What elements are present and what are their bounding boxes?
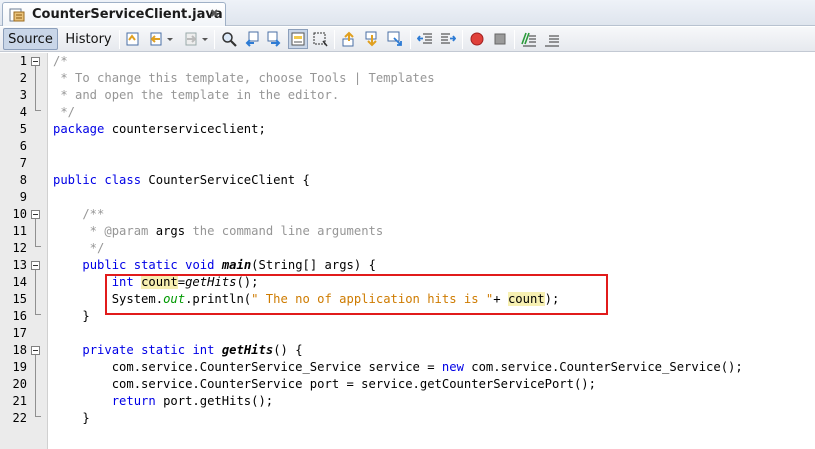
code-text: } (53, 309, 90, 323)
editor-toolbar: Source History (0, 27, 815, 52)
shift-right-icon[interactable] (440, 31, 457, 47)
code-text: /** (53, 207, 105, 221)
fold-collapse-icon[interactable] (31, 210, 40, 219)
uncomment-icon[interactable] (544, 31, 560, 47)
line-number: 21 (12, 394, 27, 408)
code-line: 9 (0, 189, 815, 206)
stop-macro-recording-icon[interactable] (492, 31, 508, 47)
code-line: 22 } (0, 410, 815, 427)
line-number: 12 (12, 241, 27, 255)
toolbar-separator (410, 30, 411, 49)
line-number: 1 (19, 54, 27, 68)
fold-collapse-icon[interactable] (31, 346, 40, 355)
code-line: 3 * and open the template in the editor. (0, 87, 815, 104)
source-tab-button[interactable]: Source (3, 28, 58, 50)
back-icon[interactable] (148, 31, 164, 47)
code-text: public static void main(String[] args) { (82, 258, 376, 272)
find-icon[interactable] (221, 31, 237, 47)
line-number: 13 (12, 258, 27, 272)
line-number: 14 (12, 275, 27, 289)
code-line: 11 * @param args the command line argume… (0, 223, 815, 240)
last-edit-icon[interactable] (125, 31, 141, 47)
toggle-bookmark-icon[interactable] (387, 31, 403, 47)
code-line: 12 */ (0, 240, 815, 257)
code-line: 21 return port.getHits(); (0, 393, 815, 410)
line-number: 6 (19, 139, 27, 153)
comment-icon[interactable] (521, 31, 537, 47)
line-number: 19 (12, 360, 27, 374)
code-line: 17 (0, 325, 815, 342)
code-line: 8 public class CounterServiceClient { (0, 172, 815, 189)
code-text: */ (53, 241, 105, 255)
forward-dropdown-icon[interactable] (201, 31, 209, 47)
code-line: 18 private static int getHits() { (0, 342, 815, 359)
code-text: package counterserviceclient; (53, 122, 266, 136)
code-text: * To change this template, choose Tools … (53, 71, 435, 85)
shift-left-icon[interactable] (416, 31, 433, 47)
code-text: com.service.CounterService_Service servi… (53, 360, 743, 374)
line-number: 9 (19, 190, 27, 204)
code-text: private static int getHits() { (82, 343, 303, 357)
code-editor[interactable]: 1 /* 2 * To change this template, choose… (0, 53, 815, 449)
previous-bookmark-icon[interactable] (341, 31, 357, 47)
fold-collapse-icon[interactable] (31, 261, 40, 270)
line-number: 15 (12, 292, 27, 306)
code-text: public class CounterServiceClient { (53, 173, 310, 187)
line-number: 3 (19, 88, 27, 102)
toolbar-separator (119, 30, 120, 49)
code-text: return port.getHits(); (111, 394, 274, 408)
fold-collapse-icon[interactable] (31, 57, 40, 66)
code-text: */ (53, 105, 76, 119)
toolbar-separator (334, 30, 335, 49)
code-text: * and open the template in the editor. (53, 88, 340, 102)
editor-tab-bar: CounterServiceClient.java ✖ (0, 0, 815, 26)
line-number: 18 (12, 343, 27, 357)
java-file-icon (9, 7, 25, 23)
line-number: 8 (19, 173, 27, 187)
forward-icon[interactable] (183, 31, 199, 47)
line-number: 20 (12, 377, 27, 391)
line-number: 10 (12, 207, 27, 221)
toolbar-separator (462, 30, 463, 49)
code-line: 20 com.service.CounterService port = ser… (0, 376, 815, 393)
code-text: } (53, 411, 90, 425)
code-line: 2 * To change this template, choose Tool… (0, 70, 815, 87)
toolbar-separator (214, 30, 215, 49)
code-line: 5 package counterserviceclient; (0, 121, 815, 138)
code-line: 7 (0, 155, 815, 172)
line-number: 16 (12, 309, 27, 323)
start-macro-recording-icon[interactable] (469, 31, 485, 47)
highlight-annotation-box (105, 274, 608, 315)
find-next-icon[interactable] (266, 31, 282, 47)
line-number: 4 (19, 105, 27, 119)
code-text: com.service.CounterService port = servic… (53, 377, 596, 391)
code-text: * @param args the command line arguments (53, 224, 384, 238)
line-number: 2 (19, 71, 27, 85)
line-number: 5 (19, 122, 27, 136)
tab-counter-service-client[interactable]: CounterServiceClient.java ✖ (2, 2, 226, 26)
code-line: 1 /* (0, 53, 815, 70)
line-number: 17 (12, 326, 27, 340)
toggle-highlight-search-icon[interactable] (288, 29, 308, 49)
code-text: /* (53, 54, 68, 68)
code-line: 13 public static void main(String[] args… (0, 257, 815, 274)
find-previous-icon[interactable] (244, 31, 260, 47)
line-number: 22 (12, 411, 27, 425)
line-number: 7 (19, 156, 27, 170)
next-bookmark-icon[interactable] (364, 31, 380, 47)
toolbar-separator (514, 30, 515, 49)
history-tab-button[interactable]: History (62, 28, 115, 50)
toggle-rectangular-selection-icon[interactable] (312, 31, 328, 47)
code-line: 10 /** (0, 206, 815, 223)
code-line: 6 (0, 138, 815, 155)
close-tab-icon[interactable]: ✖ (210, 7, 219, 20)
code-line: 19 com.service.CounterService_Service se… (0, 359, 815, 376)
back-dropdown-icon[interactable] (166, 31, 174, 47)
code-line: 4 */ (0, 104, 815, 121)
tab-title: CounterServiceClient.java (32, 7, 223, 22)
line-number: 11 (12, 224, 27, 238)
